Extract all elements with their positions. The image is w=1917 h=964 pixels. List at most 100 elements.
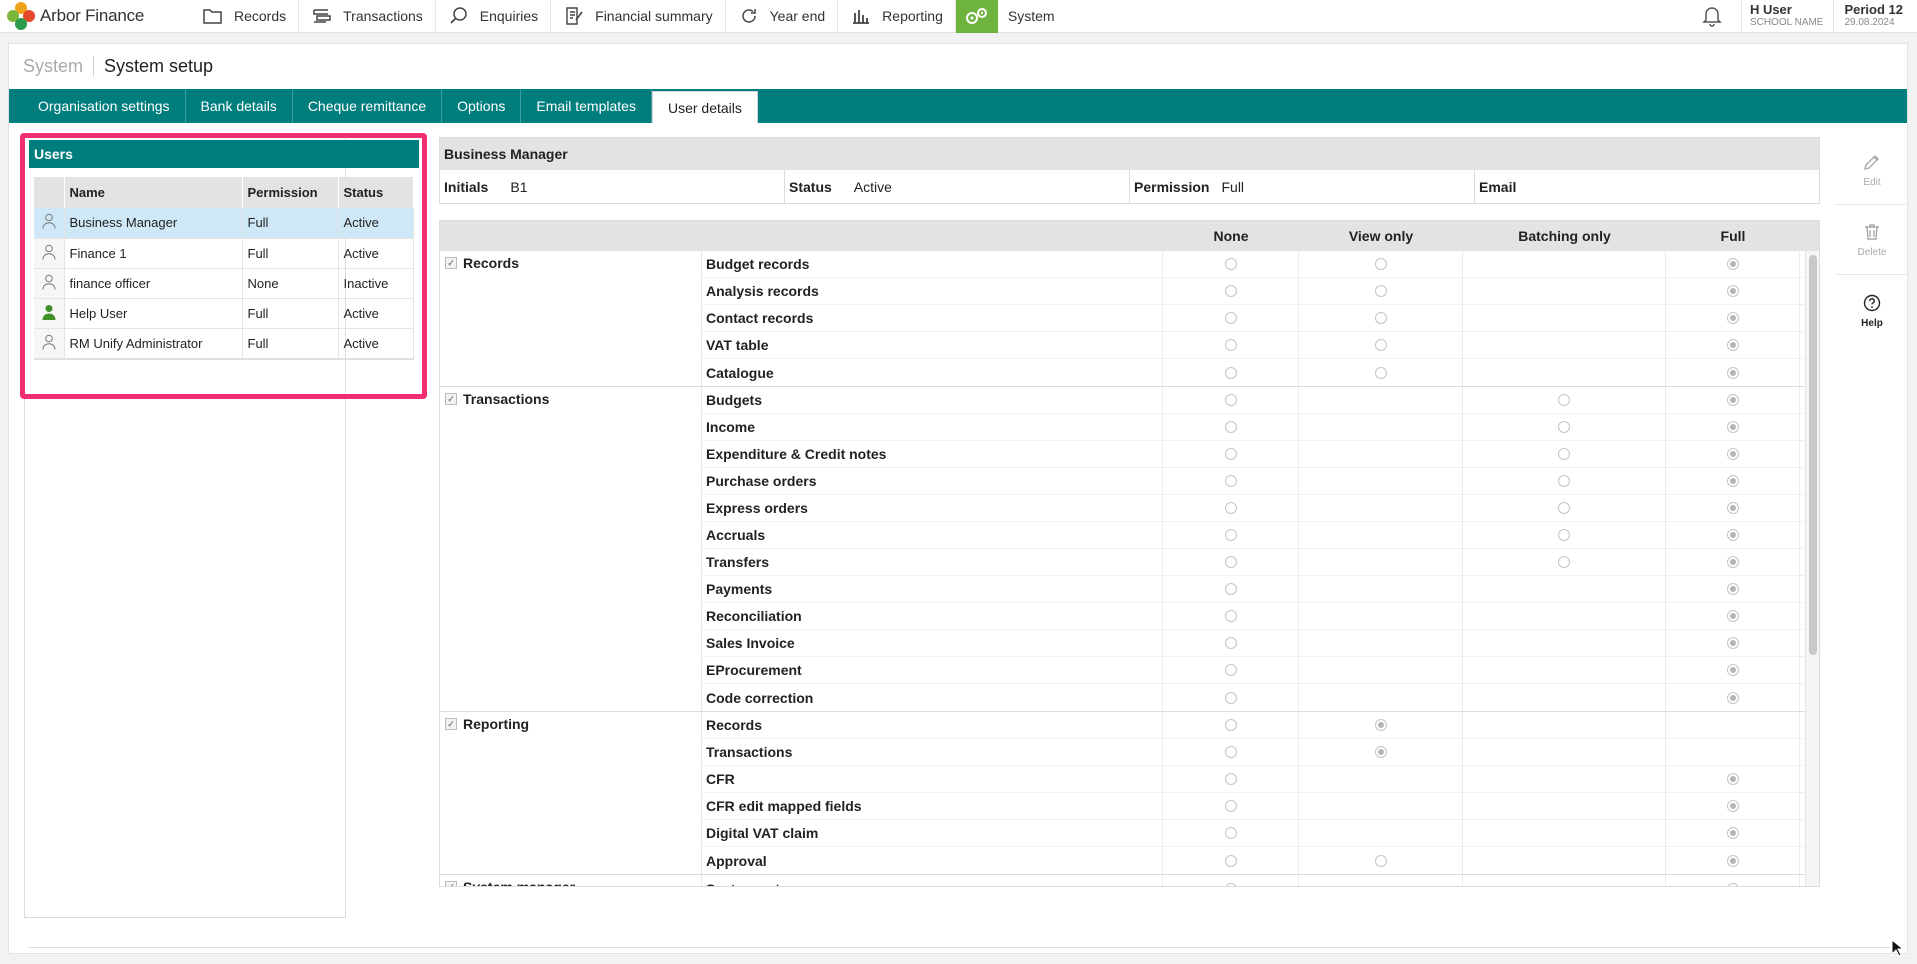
- nav-financial-summary[interactable]: Financial summary: [551, 0, 726, 33]
- user-name-cell: Help User: [64, 298, 243, 329]
- section-checkbox[interactable]: ✓: [445, 393, 457, 405]
- permission-radio-none[interactable]: [1224, 610, 1237, 622]
- permission-radio-batch[interactable]: [1558, 421, 1570, 433]
- app-logo[interactable]: Arbor Finance: [0, 0, 190, 33]
- permission-radio-full[interactable]: [1726, 475, 1739, 487]
- permission-radio-none[interactable]: [1224, 719, 1237, 731]
- user-row[interactable]: finance officer None Inactive: [34, 268, 414, 299]
- permission-radio-batch[interactable]: [1558, 556, 1570, 568]
- tab-email-templates[interactable]: Email templates: [521, 89, 652, 123]
- permission-radio-full[interactable]: [1726, 691, 1739, 704]
- section-checkbox[interactable]: ✓: [445, 881, 457, 886]
- section-checkbox[interactable]: ✓: [445, 257, 457, 269]
- permission-row: Contact records: [702, 304, 1819, 332]
- tab-options[interactable]: Options: [442, 89, 522, 123]
- permission-radio-full[interactable]: [1726, 583, 1739, 595]
- permission-radio-none[interactable]: [1224, 529, 1237, 541]
- edit-button[interactable]: Edit: [1836, 135, 1908, 205]
- permission-radio-none[interactable]: [1224, 258, 1237, 270]
- column-permission[interactable]: Permission: [242, 177, 339, 208]
- permission-radio-full[interactable]: [1726, 339, 1739, 351]
- permission-radio-none[interactable]: [1224, 339, 1237, 351]
- permission-radio-none[interactable]: [1224, 502, 1237, 514]
- delete-button[interactable]: Delete: [1836, 205, 1908, 275]
- user-row[interactable]: Finance 1 Full Active: [34, 238, 414, 269]
- scrollbar-thumb[interactable]: [1809, 255, 1817, 655]
- permission-radio-none[interactable]: [1224, 285, 1237, 297]
- user-menu[interactable]: H User SCHOOL NAME: [1742, 0, 1835, 33]
- permission-radio-view[interactable]: [1374, 339, 1387, 351]
- permission-radio-full[interactable]: [1726, 285, 1739, 297]
- permission-radio-none[interactable]: [1224, 421, 1237, 433]
- notifications-bell-icon[interactable]: [1684, 0, 1742, 33]
- permission-radio-full[interactable]: [1726, 502, 1739, 514]
- permission-radio-view[interactable]: [1374, 854, 1387, 867]
- permission-radio-none[interactable]: [1224, 827, 1237, 839]
- permission-radio-none[interactable]: [1224, 556, 1237, 568]
- permission-radio-full[interactable]: [1726, 882, 1739, 886]
- email-field: Email: [1475, 170, 1819, 203]
- permission-radio-none[interactable]: [1224, 394, 1237, 406]
- permission-radio-full[interactable]: [1726, 556, 1739, 568]
- permission-radio-full[interactable]: [1726, 637, 1739, 649]
- permission-radio-full[interactable]: [1726, 800, 1739, 812]
- tab-organisation-settings[interactable]: Organisation settings: [23, 89, 186, 123]
- permission-radio-none[interactable]: [1224, 448, 1237, 460]
- permission-radio-none[interactable]: [1224, 583, 1237, 595]
- tab-bank-details[interactable]: Bank details: [186, 89, 293, 123]
- permission-radio-full[interactable]: [1726, 366, 1739, 379]
- permission-radio-none[interactable]: [1224, 312, 1237, 324]
- permission-radio-none[interactable]: [1224, 475, 1237, 487]
- help-button[interactable]: Help: [1836, 275, 1908, 345]
- permission-radio-batch[interactable]: [1558, 502, 1570, 514]
- tab-user-details[interactable]: User details: [651, 91, 758, 123]
- document-edit-icon: [563, 5, 585, 27]
- permission-radio-none[interactable]: [1224, 854, 1237, 867]
- permission-radio-full[interactable]: [1726, 854, 1739, 867]
- permission-radio-full[interactable]: [1726, 827, 1739, 839]
- nav-reporting[interactable]: Reporting: [838, 0, 956, 33]
- permission-radio-full[interactable]: [1726, 421, 1739, 433]
- user-row[interactable]: Help User Full Active: [34, 298, 414, 329]
- permission-radio-batch[interactable]: [1558, 394, 1570, 406]
- permission-radio-view[interactable]: [1374, 746, 1387, 758]
- permission-radio-none[interactable]: [1224, 773, 1237, 785]
- permission-radio-full[interactable]: [1726, 448, 1739, 460]
- nav-year-end[interactable]: Year end: [726, 0, 839, 33]
- permission-radio-full[interactable]: [1726, 773, 1739, 785]
- permission-radio-full[interactable]: [1726, 664, 1739, 676]
- permission-radio-full[interactable]: [1726, 258, 1739, 270]
- breadcrumb-section[interactable]: System: [23, 55, 95, 77]
- permission-radio-none[interactable]: [1224, 664, 1237, 676]
- permission-radio-none[interactable]: [1224, 800, 1237, 812]
- permission-radio-full[interactable]: [1726, 529, 1739, 541]
- permission-radio-none[interactable]: [1224, 746, 1237, 758]
- permission-radio-batch[interactable]: [1558, 475, 1570, 487]
- user-row[interactable]: RM Unify Administrator Full Active: [34, 328, 414, 359]
- section-checkbox[interactable]: ✓: [445, 718, 457, 730]
- nav-system[interactable]: System: [955, 0, 1067, 33]
- period-selector[interactable]: Period 12 29.08.2024: [1834, 0, 1917, 33]
- permission-radio-view[interactable]: [1374, 285, 1387, 297]
- permission-radio-view[interactable]: [1374, 312, 1387, 324]
- permission-radio-view[interactable]: [1374, 258, 1387, 270]
- nav-enquiries[interactable]: Enquiries: [436, 0, 552, 33]
- permission-radio-batch[interactable]: [1558, 448, 1570, 460]
- permission-radio-batch[interactable]: [1558, 529, 1570, 541]
- user-row[interactable]: Business Manager Full Active: [34, 208, 414, 239]
- tab-cheque-remittance[interactable]: Cheque remittance: [293, 89, 443, 123]
- permission-radio-full[interactable]: [1726, 610, 1739, 622]
- nav-transactions[interactable]: Transactions: [299, 0, 436, 33]
- permission-radio-full[interactable]: [1726, 312, 1739, 324]
- permission-radio-view[interactable]: [1374, 719, 1387, 731]
- permission-radio-none[interactable]: [1224, 366, 1237, 379]
- permission-radio-none[interactable]: [1224, 637, 1237, 649]
- permission-radio-view[interactable]: [1374, 366, 1387, 379]
- nav-records[interactable]: Records: [190, 0, 300, 33]
- permission-radio-full[interactable]: [1726, 394, 1739, 406]
- permissions-scrollbar[interactable]: [1805, 251, 1819, 886]
- permission-radio-none[interactable]: [1224, 691, 1237, 704]
- permission-radio-none[interactable]: [1224, 882, 1237, 886]
- column-status[interactable]: Status: [338, 177, 414, 208]
- column-name[interactable]: Name: [64, 177, 243, 208]
